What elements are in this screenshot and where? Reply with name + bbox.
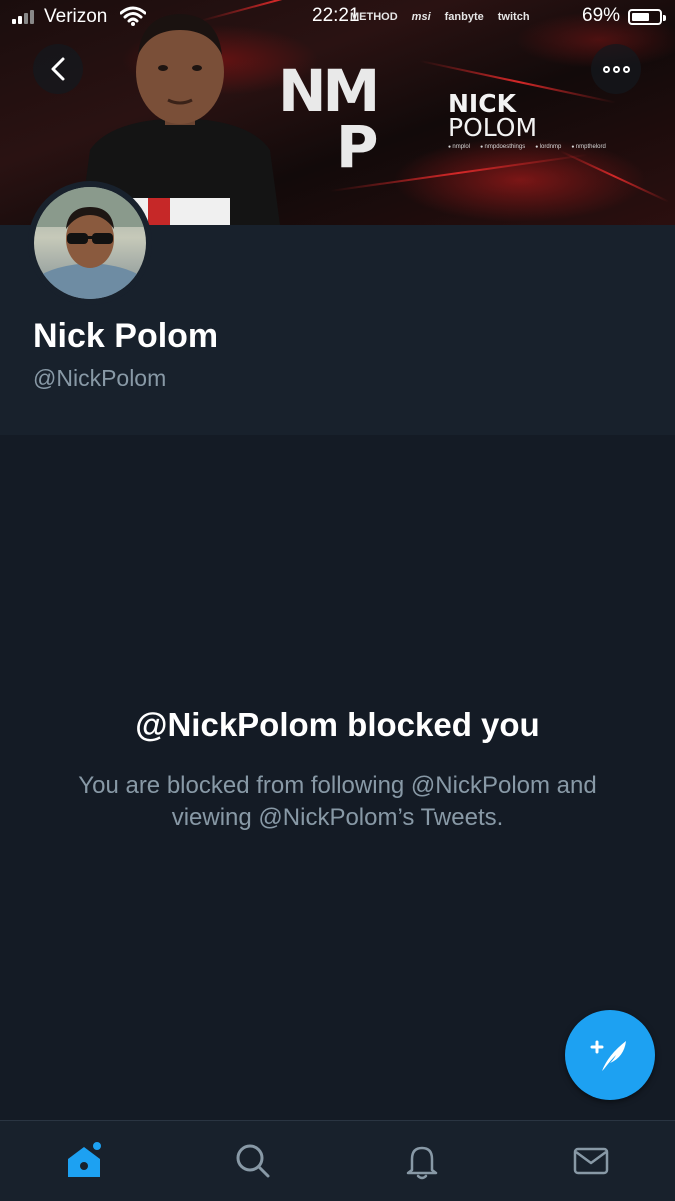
search-icon xyxy=(236,1144,270,1178)
notifications-icon xyxy=(406,1146,438,1180)
sponsor-logo: twitch xyxy=(497,11,530,23)
nav-notifications[interactable] xyxy=(382,1121,462,1201)
compose-tweet-button[interactable] xyxy=(565,1010,655,1100)
nav-search[interactable] xyxy=(213,1121,293,1201)
sponsor-logo: METHOD xyxy=(350,11,398,23)
battery-fill xyxy=(632,13,649,21)
nav-home[interactable] xyxy=(44,1121,124,1201)
profile-display-name: Nick Polom xyxy=(33,317,219,355)
banner-brand-name: NICK POLOM xyxy=(448,91,538,142)
banner-streak xyxy=(559,150,670,203)
battery-icon xyxy=(628,9,666,25)
banner-sponsor-logos: METHOD msi fanbyte twitch xyxy=(350,11,530,23)
social-handle: lordnmp xyxy=(535,144,562,150)
messages-icon xyxy=(573,1147,608,1175)
more-options-button[interactable] xyxy=(591,44,641,94)
carrier-name: Verizon xyxy=(44,6,108,27)
back-button[interactable] xyxy=(33,44,83,94)
battery-percent: 69% xyxy=(582,5,621,26)
blocked-title: @NickPolom blocked you xyxy=(135,706,540,743)
compose-tweet-icon xyxy=(590,1040,626,1071)
cell-signal-icon xyxy=(12,10,34,24)
nmp-logo: NM P xyxy=(278,57,380,181)
more-dots-icon xyxy=(602,65,630,73)
blocked-description: You are blocked from following @NickPolo… xyxy=(78,772,597,831)
bottom-navigation xyxy=(0,1120,675,1201)
avatar-photo xyxy=(34,187,146,299)
chevron-left-icon xyxy=(51,57,65,81)
social-handle: nmpthelord xyxy=(571,144,606,150)
sponsor-logo: msi xyxy=(411,11,431,23)
social-handle: nmpdoesthings xyxy=(480,144,526,150)
profile-handle: @NickPolom xyxy=(33,365,167,391)
brand-line-2: POLOM xyxy=(448,113,538,142)
home-icon xyxy=(68,1142,102,1177)
social-handle: nmplol xyxy=(448,144,470,150)
status-bar: Verizon 22:21 METHOD msi fanbyte twitch … xyxy=(0,0,675,34)
nav-messages[interactable] xyxy=(551,1121,631,1201)
sponsor-logo: fanbyte xyxy=(444,11,484,23)
wifi-icon xyxy=(120,6,146,26)
banner-socials: nmplol nmpdoesthings lordnmp nmpthelord xyxy=(448,144,606,150)
avatar[interactable] xyxy=(28,181,152,305)
